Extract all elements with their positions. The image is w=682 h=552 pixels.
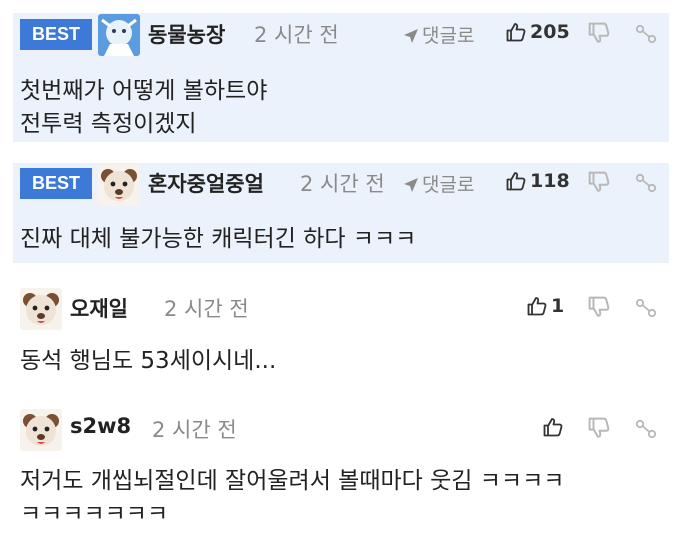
dislike-button[interactable] [588,296,612,320]
comment-header: s2w8 2 시간 전 [13,405,669,451]
like-count: 1 [551,295,565,317]
comment-line: 동석 행님도 53세이시네... [20,348,277,374]
dislike-button[interactable] [588,171,612,195]
reply-arrow-icon [404,29,418,43]
comment-time: 2 시간 전 [300,172,385,196]
comment-line: 진짜 대체 불가능한 캐릭터긴 하다 ㅋㅋㅋ [20,226,417,252]
share-button[interactable] [635,417,659,441]
comment-time: 2 시간 전 [254,23,339,47]
avatar[interactable] [98,14,140,56]
avatar-image [20,409,62,451]
thumbs-up-icon [527,297,547,316]
like-button[interactable] [543,416,567,438]
avatar-image [20,288,62,330]
comment-header: BEST 동물농장 2 시간 전 댓글로 205 [13,13,669,56]
comment-line: 저거도 개씹뇌절인데 잘어울려서 볼때마다 웃김 ㅋㅋㅋㅋ [20,468,565,494]
comment-header: BEST 혼자중얼중얼 2 시간 전 댓글로 118 [13,163,669,206]
comment-item: 오재일 2 시간 전 1 동석 행님도 53세이시네... [13,285,669,385]
comment-body: 저거도 개씹뇌절인데 잘어울려서 볼때마다 웃김 ㅋㅋㅋㅋ ㅋㅋㅋㅋㅋㅋㅋ [20,465,659,531]
avatar[interactable] [20,288,62,330]
comment-body: 첫번째가 어떻게 볼하트야 전투력 측정이겠지 [20,75,659,141]
share-icon [635,419,657,439]
dislike-button[interactable] [588,22,612,46]
like-count: 118 [530,170,570,192]
comment-nickname[interactable]: s2w8 [70,414,131,438]
comment-nickname[interactable]: 혼자중얼중얼 [148,168,264,198]
thumbs-up-icon [543,418,563,437]
share-icon [635,298,657,318]
reply-label: 댓글로 [422,25,475,47]
comment-time: 2 시간 전 [164,297,249,321]
thumbs-down-icon [588,296,610,317]
thumbs-up-icon [506,23,526,42]
comment-line: 첫번째가 어떻게 볼하트야 [20,78,268,104]
reply-button[interactable]: 댓글로 [403,170,474,197]
comment-body: 진짜 대체 불가능한 캐릭터긴 하다 ㅋㅋㅋ [20,223,659,256]
thumbs-down-icon [588,171,610,192]
like-button[interactable]: 205 [506,21,570,43]
avatar-image [98,14,140,56]
best-badge: BEST [20,19,92,50]
like-count: 205 [530,21,570,43]
comment-nickname[interactable]: 오재일 [70,293,128,323]
avatar-image [98,164,140,206]
comment-item: BEST 동물농장 2 시간 전 댓글로 205 첫번째가 어떻게 볼하트야 전… [13,13,669,142]
like-button[interactable]: 118 [506,170,570,192]
share-icon [635,24,657,44]
dislike-button[interactable] [588,417,612,441]
thumbs-up-icon [506,172,526,191]
reply-button[interactable]: 댓글로 [403,21,474,48]
comment-nickname[interactable]: 동물농장 [148,19,225,49]
reply-label: 댓글로 [422,174,475,196]
comment-line: ㅋㅋㅋㅋㅋㅋㅋ [20,501,169,527]
avatar[interactable] [98,164,140,206]
thumbs-down-icon [588,417,610,438]
comment-time: 2 시간 전 [152,418,237,442]
share-button[interactable] [635,22,659,46]
share-button[interactable] [635,171,659,195]
share-button[interactable] [635,296,659,320]
comment-header: 오재일 2 시간 전 1 [13,285,669,330]
best-badge: BEST [20,168,92,199]
comment-item: s2w8 2 시간 전 저거도 개씹뇌절인데 잘어울려서 볼때마다 웃김 ㅋㅋㅋ… [13,405,669,552]
comment-body: 동석 행님도 53세이시네... [20,345,659,378]
comment-line: 전투력 측정이겠지 [20,111,197,137]
avatar[interactable] [20,409,62,451]
share-icon [635,173,657,193]
comment-item: BEST 혼자중얼중얼 2 시간 전 댓글로 118 진짜 대체 불가능한 캐릭… [13,163,669,263]
like-button[interactable]: 1 [527,295,564,317]
thumbs-down-icon [588,22,610,43]
reply-arrow-icon [404,178,418,192]
